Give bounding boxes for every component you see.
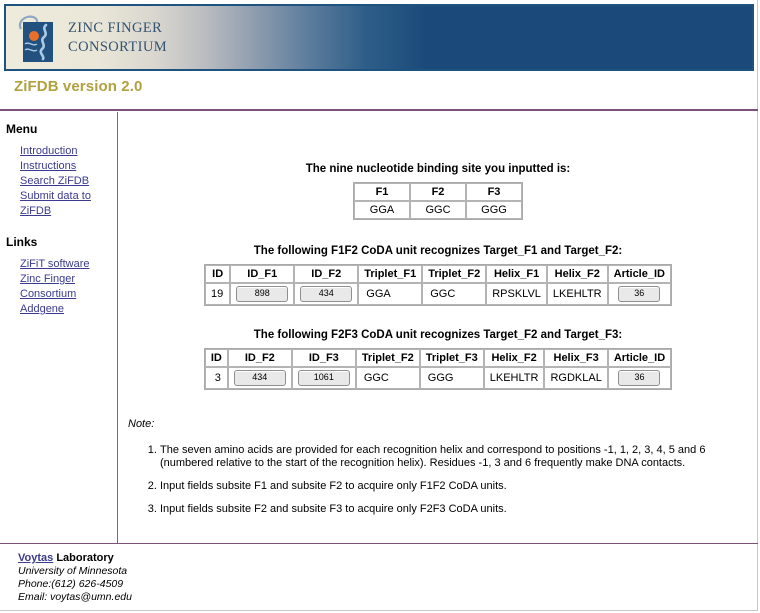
cell-id: 19: [205, 283, 231, 305]
header-id: ID: [204, 349, 228, 367]
header-triplet-f3: Triplet_F3: [419, 349, 484, 367]
version-label: ZiFDB version 2.0: [14, 78, 143, 95]
table-row: GGA GGC GGG: [354, 201, 522, 219]
footer-lab-suffix: Laboratory: [53, 552, 114, 564]
article-id-button[interactable]: 36: [618, 370, 661, 386]
article-id-button[interactable]: 36: [618, 286, 661, 302]
sidebar-item-introduction[interactable]: Introduction: [20, 144, 117, 159]
sidebar-link-zifit-software[interactable]: ZiFiT software: [20, 257, 117, 272]
list-item: The seven amino acids are provided for e…: [160, 444, 728, 470]
f2f3-coda-table: ID ID_F2 ID_F3 Triplet_F2 Triplet_F3 Hel…: [203, 348, 673, 390]
header-id-f1: ID_F1: [230, 265, 295, 283]
cell-f2-value: GGC: [410, 201, 466, 219]
input-binding-site-table: F1 F2 F3 GGA GGC GGG: [353, 182, 523, 220]
id-f2-button[interactable]: 434: [233, 370, 286, 386]
cell-triplet-f2: GGC: [355, 367, 420, 389]
header-id-f2: ID_F2: [294, 265, 359, 283]
sidebar-menu-list: Introduction Instructions Search ZiFDB S…: [20, 144, 117, 219]
footer-phone: Phone:(612) 626-4509: [18, 578, 124, 590]
footer-email: Email: voytas@umn.edu: [18, 591, 132, 603]
f2f3-section-heading: The following F2F3 CoDA unit recognizes …: [253, 329, 623, 341]
header-id-f2: ID_F2: [227, 349, 292, 367]
sidebar-link-zinc-finger-consortium[interactable]: Zinc Finger Consortium: [20, 272, 92, 302]
header-triplet-f2: Triplet_F2: [422, 265, 487, 283]
id-f3-button[interactable]: 1061: [297, 370, 350, 386]
cell-triplet-f2: GGC: [422, 283, 487, 305]
cell-id: 3: [204, 367, 228, 389]
table-row: ID ID_F2 ID_F3 Triplet_F2 Triplet_F3 Hel…: [204, 349, 672, 367]
cell-helix-f2: LKEHLTR: [483, 367, 545, 389]
note-label: Note:: [128, 418, 155, 430]
header-f3: F3: [466, 183, 522, 201]
header-f1: F1: [354, 183, 410, 201]
sidebar-links-list: ZiFiT software Zinc Finger Consortium Ad…: [20, 257, 117, 317]
list-item: Input fields subsite F2 and subsite F3 t…: [160, 503, 728, 516]
cell-helix-f1: RPSKLVL: [486, 283, 547, 305]
input-section-heading: The nine nucleotide binding site you inp…: [305, 163, 571, 175]
header-f2: F2: [410, 183, 466, 201]
cell-f1-value: GGA: [354, 201, 410, 219]
table-row: F1 F2 F3: [354, 183, 522, 201]
sidebar-item-submit-data[interactable]: Submit data to ZiFDB: [20, 189, 100, 219]
site-banner: ZINC FINGER CONSORTIUM: [4, 4, 754, 71]
table-row: 3 434 1061 GGC GGG LKEHLTR RGDKLAL 36: [204, 367, 672, 389]
banner-title: ZINC FINGER CONSORTIUM: [68, 20, 168, 55]
sidebar: Menu Introduction Instructions Search Zi…: [0, 112, 117, 317]
cell-f3-value: GGG: [466, 201, 522, 219]
id-f1-button[interactable]: 898: [236, 286, 289, 302]
header-article-id: Article_ID: [607, 265, 671, 283]
footer: Voytas Laboratory University of Minnesot…: [18, 552, 132, 604]
cell-triplet-f3: GGG: [419, 367, 484, 389]
main-content: The nine nucleotide binding site you inp…: [118, 112, 758, 543]
cell-helix-f3: RGDKLAL: [544, 367, 608, 389]
header-id-f3: ID_F3: [291, 349, 356, 367]
footer-divider: [0, 543, 758, 544]
voytas-lab-link[interactable]: Voytas: [18, 552, 53, 564]
sidebar-menu-heading: Menu: [6, 122, 38, 136]
header-helix-f2: Helix_F2: [483, 349, 545, 367]
header-helix-f3: Helix_F3: [544, 349, 608, 367]
header-article-id: Article_ID: [607, 349, 672, 367]
header-triplet-f2: Triplet_F2: [355, 349, 420, 367]
table-row: 19 898 434 GGA GGC RPSKLVL LKEHLTR 36: [205, 283, 671, 305]
header-helix-f1: Helix_F1: [486, 265, 547, 283]
f1f2-section-heading: The following F1F2 CoDA unit recognizes …: [253, 245, 623, 257]
header-triplet-f1: Triplet_F1: [358, 265, 423, 283]
sidebar-links-heading: Links: [6, 235, 38, 249]
list-item: Input fields subsite F1 and subsite F2 t…: [160, 480, 728, 493]
f1f2-coda-table: ID ID_F1 ID_F2 Triplet_F1 Triplet_F2 Hel…: [204, 264, 672, 306]
version-bar: ZiFDB version 2.0: [0, 73, 758, 103]
sidebar-item-search-zifdb[interactable]: Search ZiFDB: [20, 174, 117, 189]
header-helix-f2: Helix_F2: [546, 265, 608, 283]
footer-lab-line: Voytas Laboratory: [18, 552, 132, 565]
header-id: ID: [205, 265, 231, 283]
sidebar-item-instructions[interactable]: Instructions: [20, 159, 117, 174]
note-list: The seven amino acids are provided for e…: [142, 444, 758, 516]
table-row: ID ID_F1 ID_F2 Triplet_F1 Triplet_F2 Hel…: [205, 265, 671, 283]
page-root: ZINC FINGER CONSORTIUM ZiFDB version 2.0…: [0, 0, 758, 611]
footer-university: University of Minnesota: [18, 565, 128, 577]
id-f2-button[interactable]: 434: [300, 286, 353, 302]
zinc-finger-logo-icon: [18, 15, 53, 62]
cell-triplet-f1: GGA: [358, 283, 423, 305]
cell-helix-f2: LKEHLTR: [546, 283, 608, 305]
sidebar-link-addgene[interactable]: Addgene: [20, 302, 117, 317]
header-divider: [0, 109, 758, 111]
